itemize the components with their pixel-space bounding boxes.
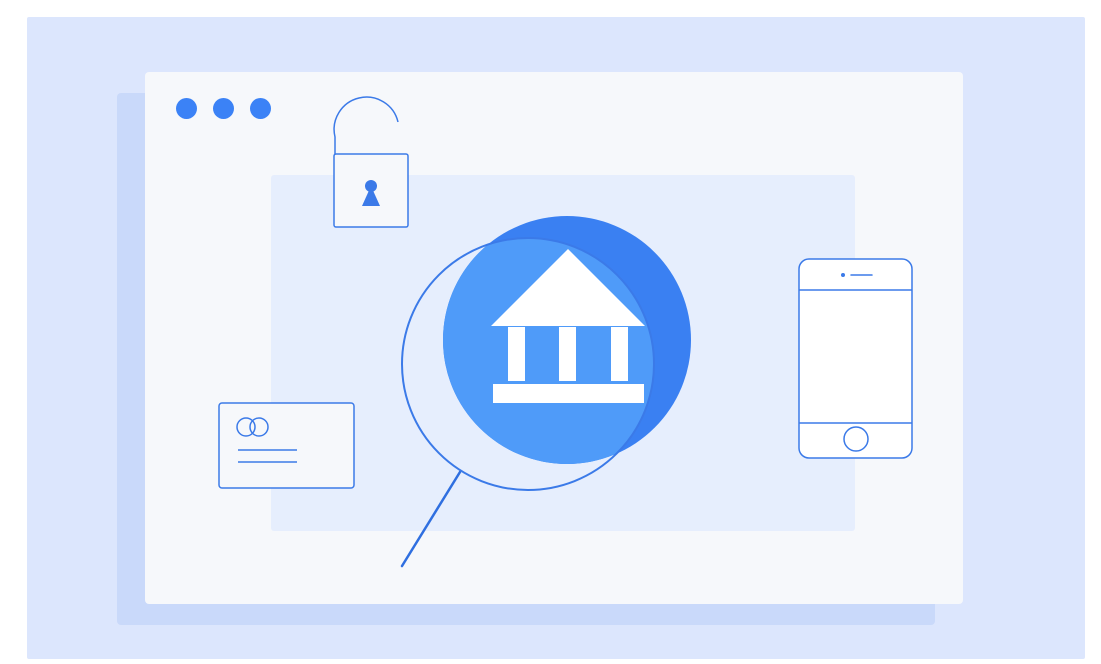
credit-card-icon xyxy=(218,402,355,489)
lock-icon xyxy=(333,96,409,228)
smartphone-icon xyxy=(798,258,913,459)
illustration-art xyxy=(218,96,913,568)
magnifier-handle xyxy=(400,470,462,568)
